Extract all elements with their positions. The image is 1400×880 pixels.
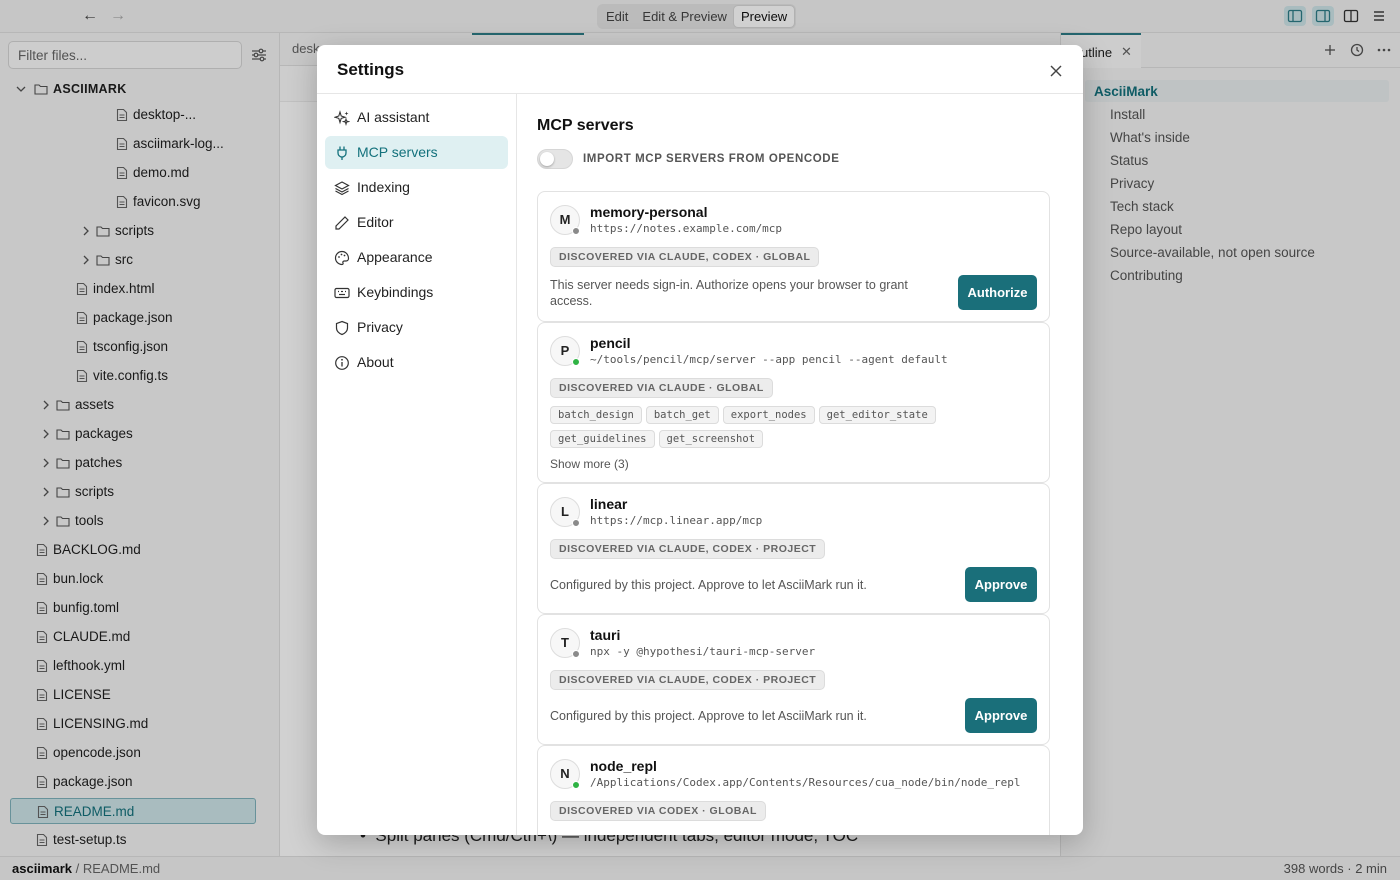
info-icon: [335, 356, 349, 370]
pen-icon: [335, 216, 349, 230]
nav-label: Privacy: [357, 319, 403, 335]
nav-appearance[interactable]: Appearance: [325, 241, 508, 274]
close-icon[interactable]: [1048, 63, 1064, 79]
settings-title: Settings: [337, 60, 405, 79]
nav-label: MCP servers: [357, 144, 438, 160]
sparkles-icon: [334, 110, 350, 126]
server-name: memory-personal: [590, 204, 708, 220]
palette-icon: [334, 250, 350, 266]
authorize-button[interactable]: Authorize: [958, 275, 1037, 310]
discovery-badge: DISCOVERED VIA CLAUDE, CODEX · GLOBAL: [550, 247, 820, 267]
server-name: tauri: [590, 627, 621, 643]
server-card-memory-personal: M memory-personal https://notes.example.…: [537, 191, 1050, 322]
tool-chip: batch_design: [550, 406, 642, 424]
server-name: node_repl: [590, 758, 657, 774]
server-command: npx -y @hypothesi/tauri-mcp-server: [590, 645, 816, 658]
import-opencode-toggle[interactable]: [537, 149, 573, 169]
approve-button[interactable]: Approve: [965, 567, 1037, 602]
server-card-pencil: P pencil ~/tools/pencil/mcp/server --app…: [537, 322, 1050, 483]
mcp-servers-panel: MCP servers IMPORT MCP SERVERS FROM OPEN…: [517, 94, 1083, 835]
nav-indexing[interactable]: Indexing: [325, 171, 508, 204]
tool-chip-list: batch_design batch_get export_nodes get_edi…: [550, 405, 1010, 453]
section-title: MCP servers: [537, 117, 634, 134]
nav-keybindings[interactable]: Keybindings: [325, 276, 508, 309]
server-note: Configured by this project. Approve to l…: [550, 578, 867, 592]
settings-dialog: Settings AI assistant MCP servers Indexi…: [317, 45, 1083, 835]
status-dot: [572, 650, 580, 658]
nav-label: Appearance: [357, 249, 433, 265]
import-opencode-label: IMPORT MCP SERVERS FROM OPENCODE: [583, 153, 840, 165]
server-note: This server needs sign-in. Authorize ope…: [550, 278, 908, 308]
discovery-badge: DISCOVERED VIA CODEX · GLOBAL: [550, 801, 766, 821]
nav-mcp-servers[interactable]: MCP servers: [325, 136, 508, 169]
nav-label: Editor: [357, 214, 394, 230]
nav-ai-assistant[interactable]: AI assistant: [325, 101, 508, 134]
server-command: /Applications/Codex.app/Contents/Resourc…: [590, 776, 1021, 789]
tool-chip: batch_get: [645, 406, 719, 424]
layers-icon: [334, 181, 350, 196]
server-card-node-repl: N node_repl /Applications/Codex.app/Cont…: [537, 745, 1050, 835]
status-dot: [572, 358, 580, 366]
nav-label: Indexing: [357, 179, 410, 195]
keyboard-icon: [334, 287, 350, 299]
server-note: Configured by this project. Approve to l…: [550, 709, 867, 723]
nav-about[interactable]: About: [325, 346, 508, 379]
tool-chip: get_screenshot: [658, 430, 764, 448]
nav-label: Keybindings: [357, 284, 434, 300]
server-command: ~/tools/pencil/mcp/server --app pencil -…: [590, 353, 948, 366]
plug-icon: [337, 146, 347, 160]
server-command: https://notes.example.com/mcp: [590, 222, 783, 235]
toggle-knob: [540, 152, 554, 166]
nav-label: About: [357, 354, 394, 370]
server-card-tauri: T tauri npx -y @hypothesi/tauri-mcp-serv…: [537, 614, 1050, 745]
discovery-badge: DISCOVERED VIA CLAUDE, CODEX · PROJECT: [550, 670, 826, 690]
discovery-badge: DISCOVERED VIA CLAUDE · GLOBAL: [550, 378, 773, 398]
tool-chip: get_guidelines: [550, 430, 655, 448]
server-name: pencil: [590, 335, 631, 351]
nav-editor[interactable]: Editor: [325, 206, 508, 239]
settings-header: Settings: [317, 45, 1083, 94]
status-dot: [572, 781, 580, 789]
server-command: https://mcp.linear.app/mcp: [590, 514, 763, 527]
status-dot: [572, 227, 580, 235]
tool-chip: get_editor_state: [818, 406, 936, 424]
server-card-linear: L linear https://mcp.linear.app/mcp DISC…: [537, 483, 1050, 614]
status-dot: [572, 519, 580, 527]
settings-nav: AI assistant MCP servers Indexing Editor…: [317, 94, 517, 835]
show-more-link[interactable]: Show more (3): [550, 457, 629, 471]
server-name: linear: [590, 496, 628, 512]
approve-button[interactable]: Approve: [965, 698, 1037, 733]
nav-privacy[interactable]: Privacy: [325, 311, 508, 344]
discovery-badge: DISCOVERED VIA CLAUDE, CODEX · PROJECT: [550, 539, 826, 559]
tool-chip: export_nodes: [722, 406, 815, 424]
nav-label: AI assistant: [357, 109, 430, 125]
shield-icon: [335, 320, 349, 336]
